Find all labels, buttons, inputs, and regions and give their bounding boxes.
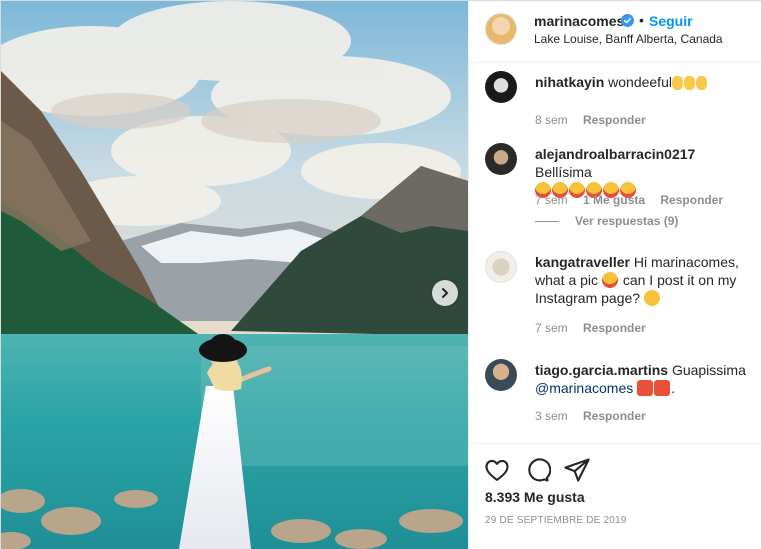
paper-plane-icon[interactable] (563, 456, 591, 484)
view-replies-button[interactable]: Ver respuestas (9) (535, 214, 678, 228)
comment-meta: 7 sem 1 Me gusta Responder (535, 193, 735, 207)
comment-item: nihatkayin wondeeful 8 sem Responder (485, 71, 755, 131)
mention-link[interactable]: @marinacomes (535, 380, 633, 396)
reply-button[interactable]: Responder (660, 193, 723, 207)
author-username[interactable]: marinacomes (534, 13, 624, 29)
commenter-username[interactable]: alejandroalbarracin0217 (535, 146, 695, 162)
replies-line (535, 221, 559, 223)
comment-suffix: . (671, 380, 676, 396)
heart-icon[interactable] (483, 456, 511, 484)
post-date[interactable]: 29 DE SEPTIEMBRE DE 2019 (485, 515, 627, 526)
comment-body: wondeeful (608, 74, 672, 90)
comment-text: alejandroalbarracin0217 Bellísima (535, 145, 755, 199)
follow-button[interactable]: Seguir (649, 13, 693, 29)
like-count[interactable]: 8.393 Me gusta (485, 489, 585, 505)
commenter-avatar[interactable] (485, 143, 517, 175)
ok-hand-emoji (671, 74, 708, 90)
comment-icon[interactable] (523, 456, 551, 484)
author-avatar[interactable] (485, 13, 517, 45)
comment-item: alejandroalbarracin0217 Bellísima 7 sem … (485, 143, 755, 233)
collision-emoji (637, 380, 671, 396)
commenter-avatar[interactable] (485, 71, 517, 103)
lake-louise-photo (1, 1, 468, 549)
commenter-avatar[interactable] (485, 251, 517, 283)
reply-button[interactable]: Responder (583, 409, 646, 423)
comment-time[interactable]: 7 sem (535, 193, 568, 207)
comment-body: Bellísima (535, 164, 592, 180)
commenter-username[interactable]: tiago.garcia.martins (535, 362, 668, 378)
separator-dot: • (639, 12, 644, 28)
post-location[interactable]: Lake Louise, Banff Alberta, Canada (534, 32, 723, 46)
comment-meta: 8 sem Responder (535, 113, 658, 127)
verified-badge-icon (621, 14, 634, 27)
comment-item: kangatraveller Hi marinacomes, what a pi… (485, 251, 755, 341)
reply-button[interactable]: Responder (583, 113, 646, 127)
comment-time[interactable]: 8 sem (535, 113, 568, 127)
next-photo-button[interactable] (432, 280, 458, 306)
post-header: marinacomes • Seguir Lake Louise, Banff … (469, 1, 761, 63)
commenter-avatar[interactable] (485, 359, 517, 391)
comment-meta: 7 sem Responder (535, 321, 658, 335)
comments-list[interactable]: nihatkayin wondeeful 8 sem Responder ale… (469, 63, 761, 443)
comment-body-2: what a pic (535, 272, 599, 288)
comment-text: tiago.garcia.martins Guapissima @marinac… (535, 361, 755, 397)
reply-button[interactable]: Responder (583, 321, 646, 335)
post-side-panel: marinacomes • Seguir Lake Louise, Banff … (468, 1, 761, 549)
comment-likes[interactable]: 1 Me gusta (583, 193, 645, 207)
post-modal: marinacomes • Seguir Lake Louise, Banff … (0, 0, 761, 549)
comment-item: tiago.garcia.martins Guapissima @marinac… (485, 359, 755, 429)
view-replies-label: Ver respuestas (9) (575, 214, 679, 228)
comment-text: kangatraveller Hi marinacomes, what a pi… (535, 253, 755, 307)
comment-time[interactable]: 3 sem (535, 409, 568, 423)
comment-body-1: Hi marinacomes, (633, 254, 739, 270)
commenter-username[interactable]: nihatkayin (535, 74, 604, 90)
comment-body: Guapissima (671, 362, 746, 378)
commenter-username[interactable]: kangatraveller (535, 254, 630, 270)
chevron-right-icon (442, 288, 449, 298)
comment-time[interactable]: 7 sem (535, 321, 568, 335)
comment-text: nihatkayin wondeeful (535, 73, 755, 91)
neutral-face-emoji (643, 290, 660, 306)
star-struck-emoji (601, 272, 618, 288)
post-photo[interactable] (1, 1, 468, 549)
comment-meta: 3 sem Responder (535, 409, 658, 423)
